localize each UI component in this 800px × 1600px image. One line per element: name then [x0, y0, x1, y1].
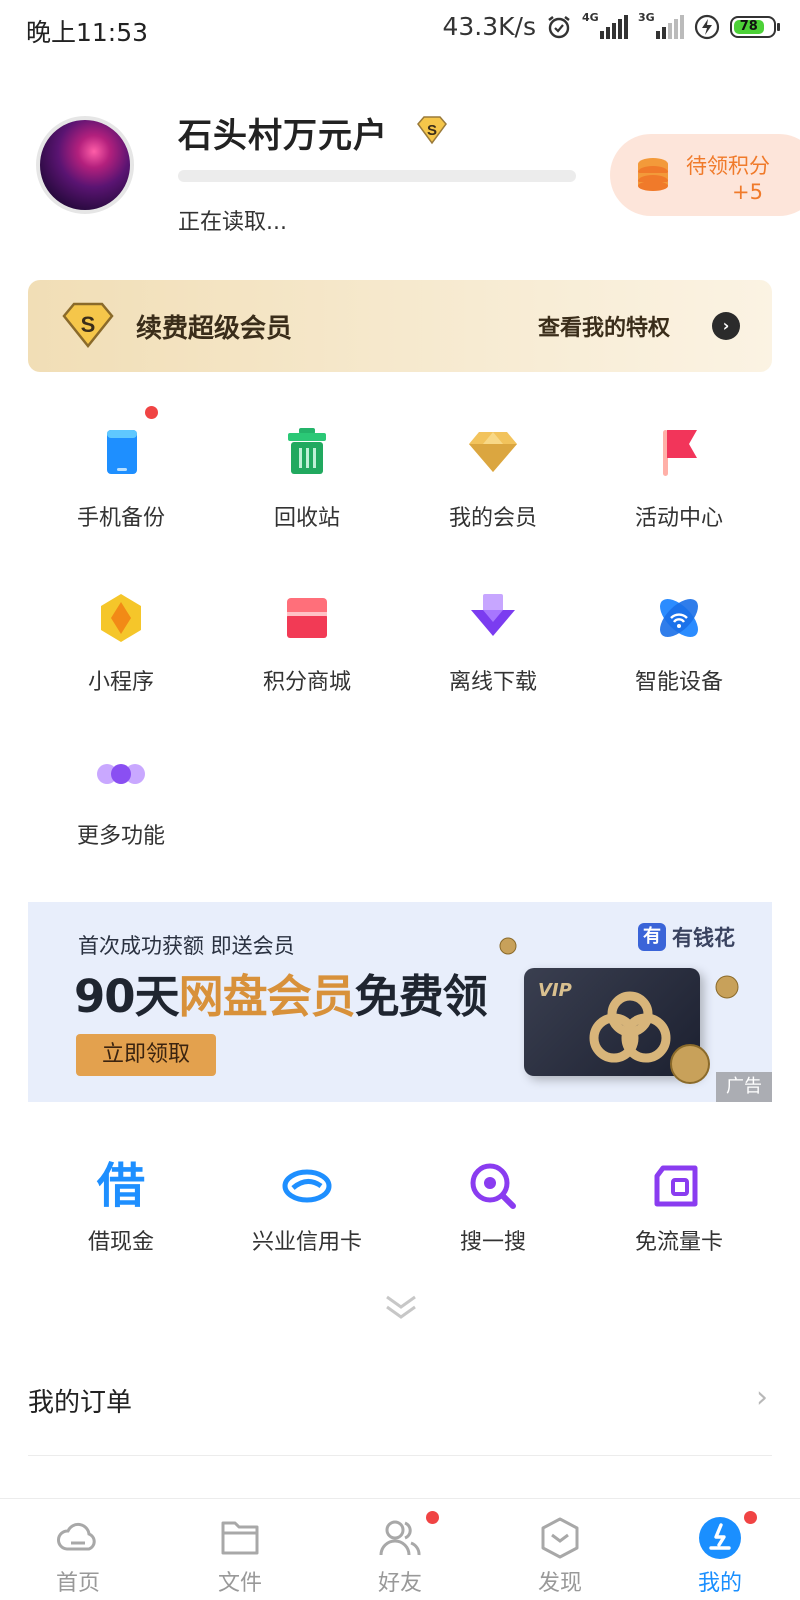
feature-activity-center[interactable]: 活动中心: [586, 426, 772, 532]
tab-home[interactable]: 首页: [28, 1515, 128, 1597]
coin-icon: [670, 1044, 710, 1084]
vip-renew-banner[interactable]: S 续费超级会员 查看我的特权 ›: [28, 280, 772, 372]
tab-discover[interactable]: 发现: [510, 1515, 610, 1597]
bottom-tab-bar: 首页 文件 好友 发现 我的: [0, 1498, 800, 1600]
view-privileges-label[interactable]: 查看我的特权: [538, 310, 670, 342]
coin-stack-icon: [638, 158, 668, 191]
coin-icon: [715, 975, 739, 999]
signal-4g-icon: 4G: [582, 11, 628, 39]
feature-mini-program[interactable]: 小程序: [28, 590, 214, 696]
points-button[interactable]: 待领积分 +5: [610, 134, 800, 216]
coin-icon: [499, 937, 517, 955]
flag-icon: [663, 430, 697, 476]
ad-subtitle: 首次成功获额 即送会员: [78, 934, 295, 958]
credit-card-icon: [282, 1169, 332, 1203]
brand-logo-icon: 有: [638, 923, 666, 951]
service-borrow-cash[interactable]: 借 借现金: [28, 1158, 214, 1256]
store-icon: [287, 598, 327, 638]
tab-friends[interactable]: 好友: [350, 1511, 450, 1597]
renew-vip-label: 续费超级会员: [136, 314, 293, 344]
folder-icon: [221, 1521, 259, 1555]
points-value: +5: [732, 180, 763, 204]
points-label: 待领积分: [686, 154, 770, 178]
ad-tag: 广告: [716, 1072, 772, 1102]
borrow-icon: 借: [96, 1158, 145, 1214]
svip-badge-icon: S: [417, 116, 447, 145]
notification-dot: [744, 1511, 757, 1524]
profile-icon: [699, 1517, 741, 1559]
network-speed: 43.3K/s: [442, 12, 536, 41]
mini-program-icon: [101, 594, 141, 642]
discover-icon: [541, 1517, 579, 1559]
search-icon: [470, 1163, 516, 1209]
level-progress: [178, 170, 576, 182]
status-bar: 晚上11:53 43.3K/s 4G 3G 78: [0, 0, 800, 58]
chevron-right-icon: ›: [756, 1380, 768, 1415]
cloud-icon: [57, 1522, 96, 1551]
tab-profile[interactable]: 我的: [670, 1511, 770, 1597]
status-icons: 43.3K/s 4G 3G 78: [442, 11, 780, 41]
alarm-icon: [548, 15, 570, 38]
diamond-icon: [469, 432, 517, 472]
service-credit-card[interactable]: 兴业信用卡: [214, 1158, 400, 1256]
my-orders-label: 我的订单: [28, 1388, 133, 1418]
svg-text:S: S: [427, 122, 437, 139]
my-orders-row[interactable]: 我的订单 ›: [28, 1368, 772, 1456]
ad-banner[interactable]: 首次成功获额 即送会员 90天网盘会员免费领 立即领取 有 有钱花 VIP 广告: [28, 902, 772, 1102]
signal-3g-icon: 3G: [638, 11, 684, 39]
service-search[interactable]: 搜一搜: [400, 1158, 586, 1256]
more-dots-icon: [97, 764, 145, 784]
data-card-icon: [654, 1165, 698, 1207]
loading-text: 正在读取...: [178, 210, 287, 235]
svg-text:S: S: [81, 312, 96, 337]
recycle-bin-icon: [288, 428, 326, 474]
smart-device-icon: [660, 599, 698, 637]
notification-dot: [426, 1511, 439, 1524]
battery-icon: 78: [730, 15, 780, 38]
tab-files[interactable]: 文件: [190, 1515, 290, 1597]
svip-diamond-icon: S: [62, 302, 114, 349]
friends-icon: [379, 1520, 421, 1556]
ad-cta-button[interactable]: 立即领取: [76, 1034, 216, 1076]
phone-backup-icon: [107, 430, 137, 474]
feature-more[interactable]: 更多功能: [28, 754, 214, 850]
chevron-right-icon[interactable]: ›: [712, 312, 740, 340]
charging-icon: [694, 14, 720, 39]
feature-phone-backup[interactable]: 手机备份: [28, 406, 214, 532]
avatar[interactable]: [36, 116, 134, 214]
download-arrow-icon: [471, 594, 515, 636]
feature-points-mall[interactable]: 积分商城: [214, 590, 400, 696]
service-data-card[interactable]: 免流量卡: [586, 1158, 772, 1256]
ad-headline: 90天网盘会员免费领: [74, 970, 488, 1023]
username[interactable]: 石头村万元户: [178, 108, 388, 157]
feature-smart-device[interactable]: 智能设备: [586, 590, 772, 696]
expand-chevron-icon[interactable]: [384, 1294, 418, 1322]
feature-my-vip[interactable]: 我的会员: [400, 426, 586, 532]
feature-offline-download[interactable]: 离线下载: [400, 590, 586, 696]
feature-recycle-bin[interactable]: 回收站: [214, 426, 400, 532]
ad-brand: 有 有钱花: [638, 922, 735, 952]
status-time: 晚上11:53: [26, 18, 149, 47]
notification-dot: [145, 406, 158, 419]
